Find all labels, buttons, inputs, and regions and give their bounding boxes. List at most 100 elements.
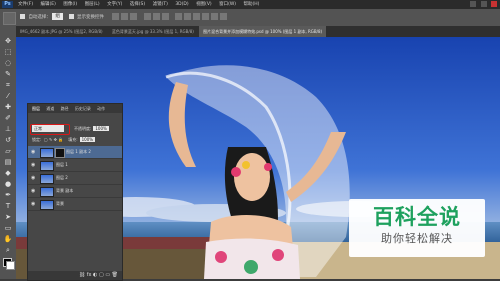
menu-items: 文件(F) 编辑(E) 图像(I) 图层(L) 文字(Y) 选择(S) 滤镜(T… — [18, 0, 265, 9]
move-icon[interactable]: ✥ — [3, 36, 13, 46]
tab-document-3[interactable]: 图片混合背景并添加模糊特效.psd @ 100% (图层 1 副本, RGB/8… — [199, 26, 327, 37]
visibility-eye-icon[interactable]: ◉ — [31, 149, 37, 155]
hand-icon[interactable]: ✋ — [3, 234, 13, 244]
layer-name: 图层 1 副本 2 — [66, 149, 91, 154]
shape-icon[interactable]: ▭ — [3, 223, 13, 233]
distribute-left-icon[interactable] — [201, 13, 209, 20]
opacity-field[interactable]: 100% — [93, 126, 109, 131]
tab-channels[interactable]: 通道 — [46, 106, 54, 111]
blend-row: 正常 不透明度: 100% — [30, 124, 118, 135]
dodge-icon[interactable]: ● — [3, 179, 13, 189]
photoshop-logo: Ps — [2, 1, 13, 8]
distribute-bottom-icon[interactable] — [192, 13, 200, 20]
layer-thumbnail — [40, 187, 54, 197]
layers-list: ◉ 图层 1 副本 2 ◉ 图层 1 ◉ 图层 2 ◉ 背景 副本 ◉ 背景 — [28, 146, 122, 211]
blur-icon[interactable]: ◆ — [3, 168, 13, 178]
show-transform-checkbox[interactable] — [68, 14, 74, 19]
close-button[interactable] — [491, 1, 497, 7]
zoom-icon[interactable]: ⌕ — [3, 245, 13, 255]
marquee-icon[interactable]: ⬚ — [3, 47, 13, 57]
face — [234, 153, 270, 201]
layer-thumbnail — [40, 174, 54, 184]
maximize-button[interactable] — [480, 1, 487, 7]
align-left-icon[interactable] — [143, 13, 151, 20]
visibility-eye-icon[interactable]: ◉ — [31, 175, 37, 181]
layer-name: 背景 副本 — [56, 188, 74, 193]
menu-filter[interactable]: 滤镜(T) — [153, 2, 168, 7]
layer-mask-thumbnail[interactable] — [55, 148, 65, 158]
panel-tabs: 图层 通道 路径 历史记录 动作 — [28, 104, 122, 113]
layer-row[interactable]: ◉ 图层 1 副本 2 — [28, 146, 122, 159]
distribute-middle-icon[interactable] — [183, 13, 191, 20]
menu-file[interactable]: 文件(F) — [18, 2, 33, 7]
fill-field[interactable]: 100% — [79, 137, 96, 142]
menu-select[interactable]: 选择(S) — [130, 2, 145, 7]
brush-icon[interactable]: ✐ — [3, 113, 13, 123]
tab-history[interactable]: 历史记录 — [75, 106, 91, 111]
menu-type[interactable]: 文字(Y) — [107, 2, 122, 7]
layer-name: 图层 2 — [56, 175, 68, 180]
minimize-button[interactable] — [470, 1, 477, 7]
toolbox: ✥ ⬚ ◌ ✎ ⌗ ⁄ ✚ ✐ ⊥ ↺ ▱ ▤ ◆ ● ✒ T ➤ ▭ ✋ ⌕ — [0, 26, 17, 279]
align-middle-icon[interactable] — [121, 13, 129, 20]
watermark-subtitle: 助你轻松解决 — [381, 232, 453, 245]
tab-document-2[interactable]: 蓝色背景蓝天.jpg @ 33.3% (图层 1, RGB/8) — [108, 26, 198, 37]
lock-label: 锁定: — [32, 137, 42, 142]
tab-layers[interactable]: 图层 — [32, 106, 40, 111]
move-tool-icon[interactable] — [3, 12, 16, 25]
footer-icons[interactable]: ⛓ fx ◐ ▢ ▭ 🗑 — [79, 272, 118, 278]
align-top-icon[interactable] — [112, 13, 120, 20]
layer-row[interactable]: ◉ 图层 2 — [28, 172, 122, 185]
layer-name: 背景 — [56, 201, 64, 206]
menu-image[interactable]: 图像(I) — [63, 2, 77, 7]
distribute-top-icon[interactable] — [174, 13, 182, 20]
document-tabs: IMG_4662 副本.JPG @ 25% (图层2, RGB/8) 蓝色背景蓝… — [16, 26, 500, 37]
history-brush-icon[interactable]: ↺ — [3, 135, 13, 145]
tab-document-1[interactable]: IMG_4662 副本.JPG @ 25% (图层2, RGB/8) — [16, 26, 107, 37]
layer-thumbnail — [40, 148, 54, 158]
opacity-label: 不透明度: — [74, 126, 92, 131]
menu-3d[interactable]: 3D(D) — [175, 2, 188, 7]
visibility-eye-icon[interactable]: ◉ — [31, 201, 37, 207]
highlight-box — [30, 124, 70, 135]
options-bar: 自动选择： 组 显示变换控件 — [0, 9, 500, 27]
menu-help[interactable]: 帮助(H) — [244, 2, 260, 7]
tab-paths[interactable]: 路径 — [61, 106, 69, 111]
align-bottom-icon[interactable] — [130, 13, 138, 20]
type-icon[interactable]: T — [3, 201, 13, 211]
clone-stamp-icon[interactable]: ⊥ — [3, 124, 13, 134]
quick-select-icon[interactable]: ✎ — [3, 69, 13, 79]
opacity-control: 不透明度: 100% — [74, 125, 109, 132]
hair-flower — [231, 167, 241, 177]
layer-row[interactable]: ◉ 图层 1 — [28, 159, 122, 172]
align-center-icon[interactable] — [152, 13, 160, 20]
visibility-eye-icon[interactable]: ◉ — [31, 188, 37, 194]
lasso-icon[interactable]: ◌ — [3, 58, 13, 68]
show-transform-label: 显示变换控件 — [77, 15, 105, 20]
layers-panel: 图层 通道 路径 历史记录 动作 正常 不透明度: 100% 锁定: ▢ ✎ ✥ … — [27, 103, 123, 281]
gradient-icon[interactable]: ▤ — [3, 157, 13, 167]
background-color-swatch[interactable] — [6, 261, 15, 270]
healing-brush-icon[interactable]: ✚ — [3, 102, 13, 112]
crop-icon[interactable]: ⌗ — [3, 80, 13, 90]
layer-thumbnail — [40, 200, 54, 210]
distribute-right-icon[interactable] — [219, 13, 227, 20]
menu-edit[interactable]: 编辑(E) — [41, 2, 56, 7]
layer-row[interactable]: ◉ 背景 — [28, 198, 122, 211]
auto-select-dropdown[interactable]: 组 — [52, 13, 63, 20]
path-select-icon[interactable]: ➤ — [3, 212, 13, 222]
distribute-center-icon[interactable] — [210, 13, 218, 20]
menu-window[interactable]: 窗口(W) — [219, 2, 236, 7]
visibility-eye-icon[interactable]: ◉ — [31, 162, 37, 168]
layer-row[interactable]: ◉ 背景 副本 — [28, 185, 122, 198]
pen-icon[interactable]: ✒ — [3, 190, 13, 200]
eyedropper-icon[interactable]: ⁄ — [3, 91, 13, 101]
watermark-title: 百科全说 — [373, 205, 461, 229]
eraser-icon[interactable]: ▱ — [3, 146, 13, 156]
auto-select-checkbox[interactable] — [20, 14, 25, 19]
menu-view[interactable]: 视图(V) — [196, 2, 212, 7]
menu-layer[interactable]: 图层(L) — [85, 2, 100, 7]
align-right-icon[interactable] — [161, 13, 169, 20]
menu-bar: Ps 文件(F) 编辑(E) 图像(I) 图层(L) 文字(Y) 选择(S) 滤… — [0, 0, 500, 9]
tab-actions[interactable]: 动作 — [97, 106, 105, 111]
